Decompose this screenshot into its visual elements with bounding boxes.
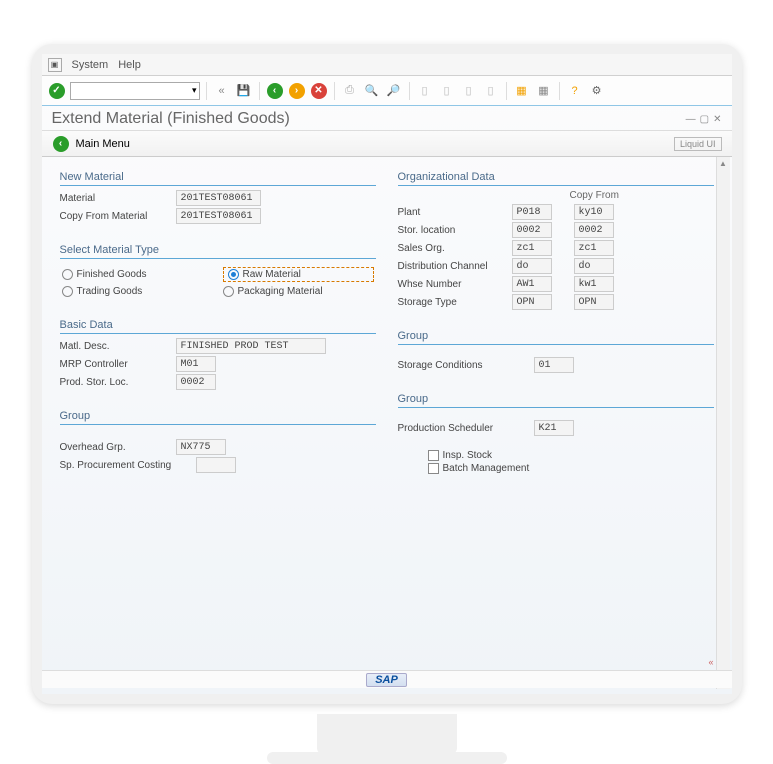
menubar: ▣ System Help — [42, 54, 732, 76]
input-sales-copy[interactable]: zc1 — [574, 240, 614, 256]
collapse-icon[interactable]: « — [708, 657, 713, 667]
input-material[interactable]: 201TEST08061 — [176, 190, 261, 206]
section-title-select-type: Select Material Type — [60, 244, 376, 259]
section-group-left: Group Overhead Grp. NX775 Sp. Procuremen… — [60, 410, 376, 475]
menu-help[interactable]: Help — [118, 59, 141, 71]
section-group-r2: Group Production Scheduler K21 Insp. Sto… — [398, 393, 714, 476]
maximize-icon[interactable]: ▢ — [700, 114, 709, 125]
section-title-org-data: Organizational Data — [398, 171, 714, 186]
input-whse[interactable]: AW1 — [512, 276, 552, 292]
section-basic-data: Basic Data Matl. Desc. FINISHED PROD TES… — [60, 319, 376, 392]
page-last-icon[interactable]: ▯ — [482, 82, 500, 100]
label-sales: Sales Org. — [398, 243, 506, 254]
input-matl-desc[interactable]: FINISHED PROD TEST — [176, 338, 326, 354]
shortcut-icon[interactable]: ▦ — [535, 82, 553, 100]
input-whse-copy[interactable]: kw1 — [574, 276, 614, 292]
label-prod-sched: Production Scheduler — [398, 423, 528, 434]
toolbar: ✓ ▾ « 💾 ‹ › ✕ ⎙ 🔍 🔎 ▯ ▯ ▯ ▯ ▦ ▦ ? ⚙ — [42, 76, 732, 106]
section-group-r1: Group Storage Conditions 01 — [398, 330, 714, 375]
find-icon[interactable]: 🔍 — [363, 82, 381, 100]
input-prod-loc[interactable]: 0002 — [176, 374, 216, 390]
app-icon: ▣ — [48, 58, 62, 72]
menu-system[interactable]: System — [72, 59, 109, 71]
close-icon[interactable]: ✕ — [713, 114, 721, 125]
section-title-group-r2: Group — [398, 393, 714, 408]
label-overhead: Overhead Grp. — [60, 442, 170, 453]
input-storage-cond[interactable]: 01 — [534, 357, 574, 373]
label-whse: Whse Number — [398, 279, 506, 290]
save-icon[interactable]: 💾 — [235, 82, 253, 100]
input-plant-copy[interactable]: ky10 — [574, 204, 614, 220]
settings-icon[interactable]: ⚙ — [588, 82, 606, 100]
section-new-material: New Material Material 201TEST08061 Copy … — [60, 171, 376, 226]
label-matl-desc: Matl. Desc. — [60, 341, 170, 352]
status-bar: SAP — [42, 670, 732, 688]
minimize-icon[interactable]: — — [686, 114, 696, 125]
print-icon[interactable]: ⎙ — [341, 82, 359, 100]
radio-raw-material[interactable]: Raw Material — [223, 267, 374, 282]
input-prod-sched[interactable]: K21 — [534, 420, 574, 436]
section-title-basic-data: Basic Data — [60, 319, 376, 334]
label-copy-from-header: Copy From — [570, 190, 714, 201]
label-material: Material — [60, 193, 170, 204]
input-stor[interactable]: 0002 — [512, 222, 552, 238]
back-double-icon[interactable]: « — [213, 82, 231, 100]
input-plant[interactable]: P018 — [512, 204, 552, 220]
input-stor-copy[interactable]: 0002 — [574, 222, 614, 238]
page-title: Extend Material (Finished Goods) — [52, 110, 290, 128]
section-title-group-r1: Group — [398, 330, 714, 345]
page-prev-icon[interactable]: ▯ — [438, 82, 456, 100]
label-stype: Storage Type — [398, 297, 506, 308]
accept-icon[interactable]: ✓ — [48, 82, 66, 100]
radio-finished-goods[interactable]: Finished Goods — [62, 267, 213, 282]
sub-toolbar: ‹ Main Menu Liquid UI — [42, 131, 732, 157]
checkbox-insp-stock[interactable]: Insp. Stock — [428, 450, 714, 461]
radio-trading-goods[interactable]: Trading Goods — [62, 286, 213, 297]
scroll-up-icon[interactable]: ▲ — [719, 159, 727, 168]
section-org-data: Organizational Data Copy From Plant P018… — [398, 171, 714, 312]
input-sales[interactable]: zc1 — [512, 240, 552, 256]
title-bar: Extend Material (Finished Goods) — ▢ ✕ — [42, 106, 732, 131]
label-storage-cond: Storage Conditions — [398, 360, 528, 371]
input-stype[interactable]: OPN — [512, 294, 552, 310]
label-stor: Stor. location — [398, 225, 506, 236]
label-prod-loc: Prod. Stor. Loc. — [60, 377, 170, 388]
sap-logo: SAP — [366, 673, 407, 687]
input-copy-from-material[interactable]: 201TEST08061 — [176, 208, 261, 224]
mainmenu-back-icon[interactable]: ‹ — [52, 135, 70, 153]
label-dist: Distribution Channel — [398, 261, 506, 272]
help-icon[interactable]: ? — [566, 82, 584, 100]
label-copy-from-material: Copy From Material — [60, 211, 170, 222]
exit-icon[interactable]: › — [288, 82, 306, 100]
label-mrp: MRP Controller — [60, 359, 170, 370]
label-sp-proc: Sp. Procurement Costing — [60, 460, 190, 471]
page-first-icon[interactable]: ▯ — [416, 82, 434, 100]
section-title-group-left: Group — [60, 410, 376, 425]
input-dist[interactable]: do — [512, 258, 552, 274]
mainmenu-label[interactable]: Main Menu — [76, 138, 130, 150]
page-next-icon[interactable]: ▯ — [460, 82, 478, 100]
find-next-icon[interactable]: 🔎 — [385, 82, 403, 100]
cancel-icon[interactable]: ✕ — [310, 82, 328, 100]
input-sp-proc[interactable] — [196, 457, 236, 473]
session-icon[interactable]: ▦ — [513, 82, 531, 100]
input-overhead[interactable]: NX775 — [176, 439, 226, 455]
section-title-new-material: New Material — [60, 171, 376, 186]
section-select-type: Select Material Type Finished Goods Raw … — [60, 244, 376, 301]
label-plant: Plant — [398, 207, 506, 218]
checkbox-batch-mgmt[interactable]: Batch Management — [428, 463, 714, 474]
scrollbar[interactable]: ▲ ▼ — [716, 157, 730, 689]
input-dist-copy[interactable]: do — [574, 258, 614, 274]
liquid-ui-badge: Liquid UI — [674, 137, 722, 151]
input-mrp[interactable]: M01 — [176, 356, 216, 372]
back-icon[interactable]: ‹ — [266, 82, 284, 100]
radio-packaging-material[interactable]: Packaging Material — [223, 286, 374, 297]
input-stype-copy[interactable]: OPN — [574, 294, 614, 310]
command-field[interactable]: ▾ — [70, 82, 200, 100]
